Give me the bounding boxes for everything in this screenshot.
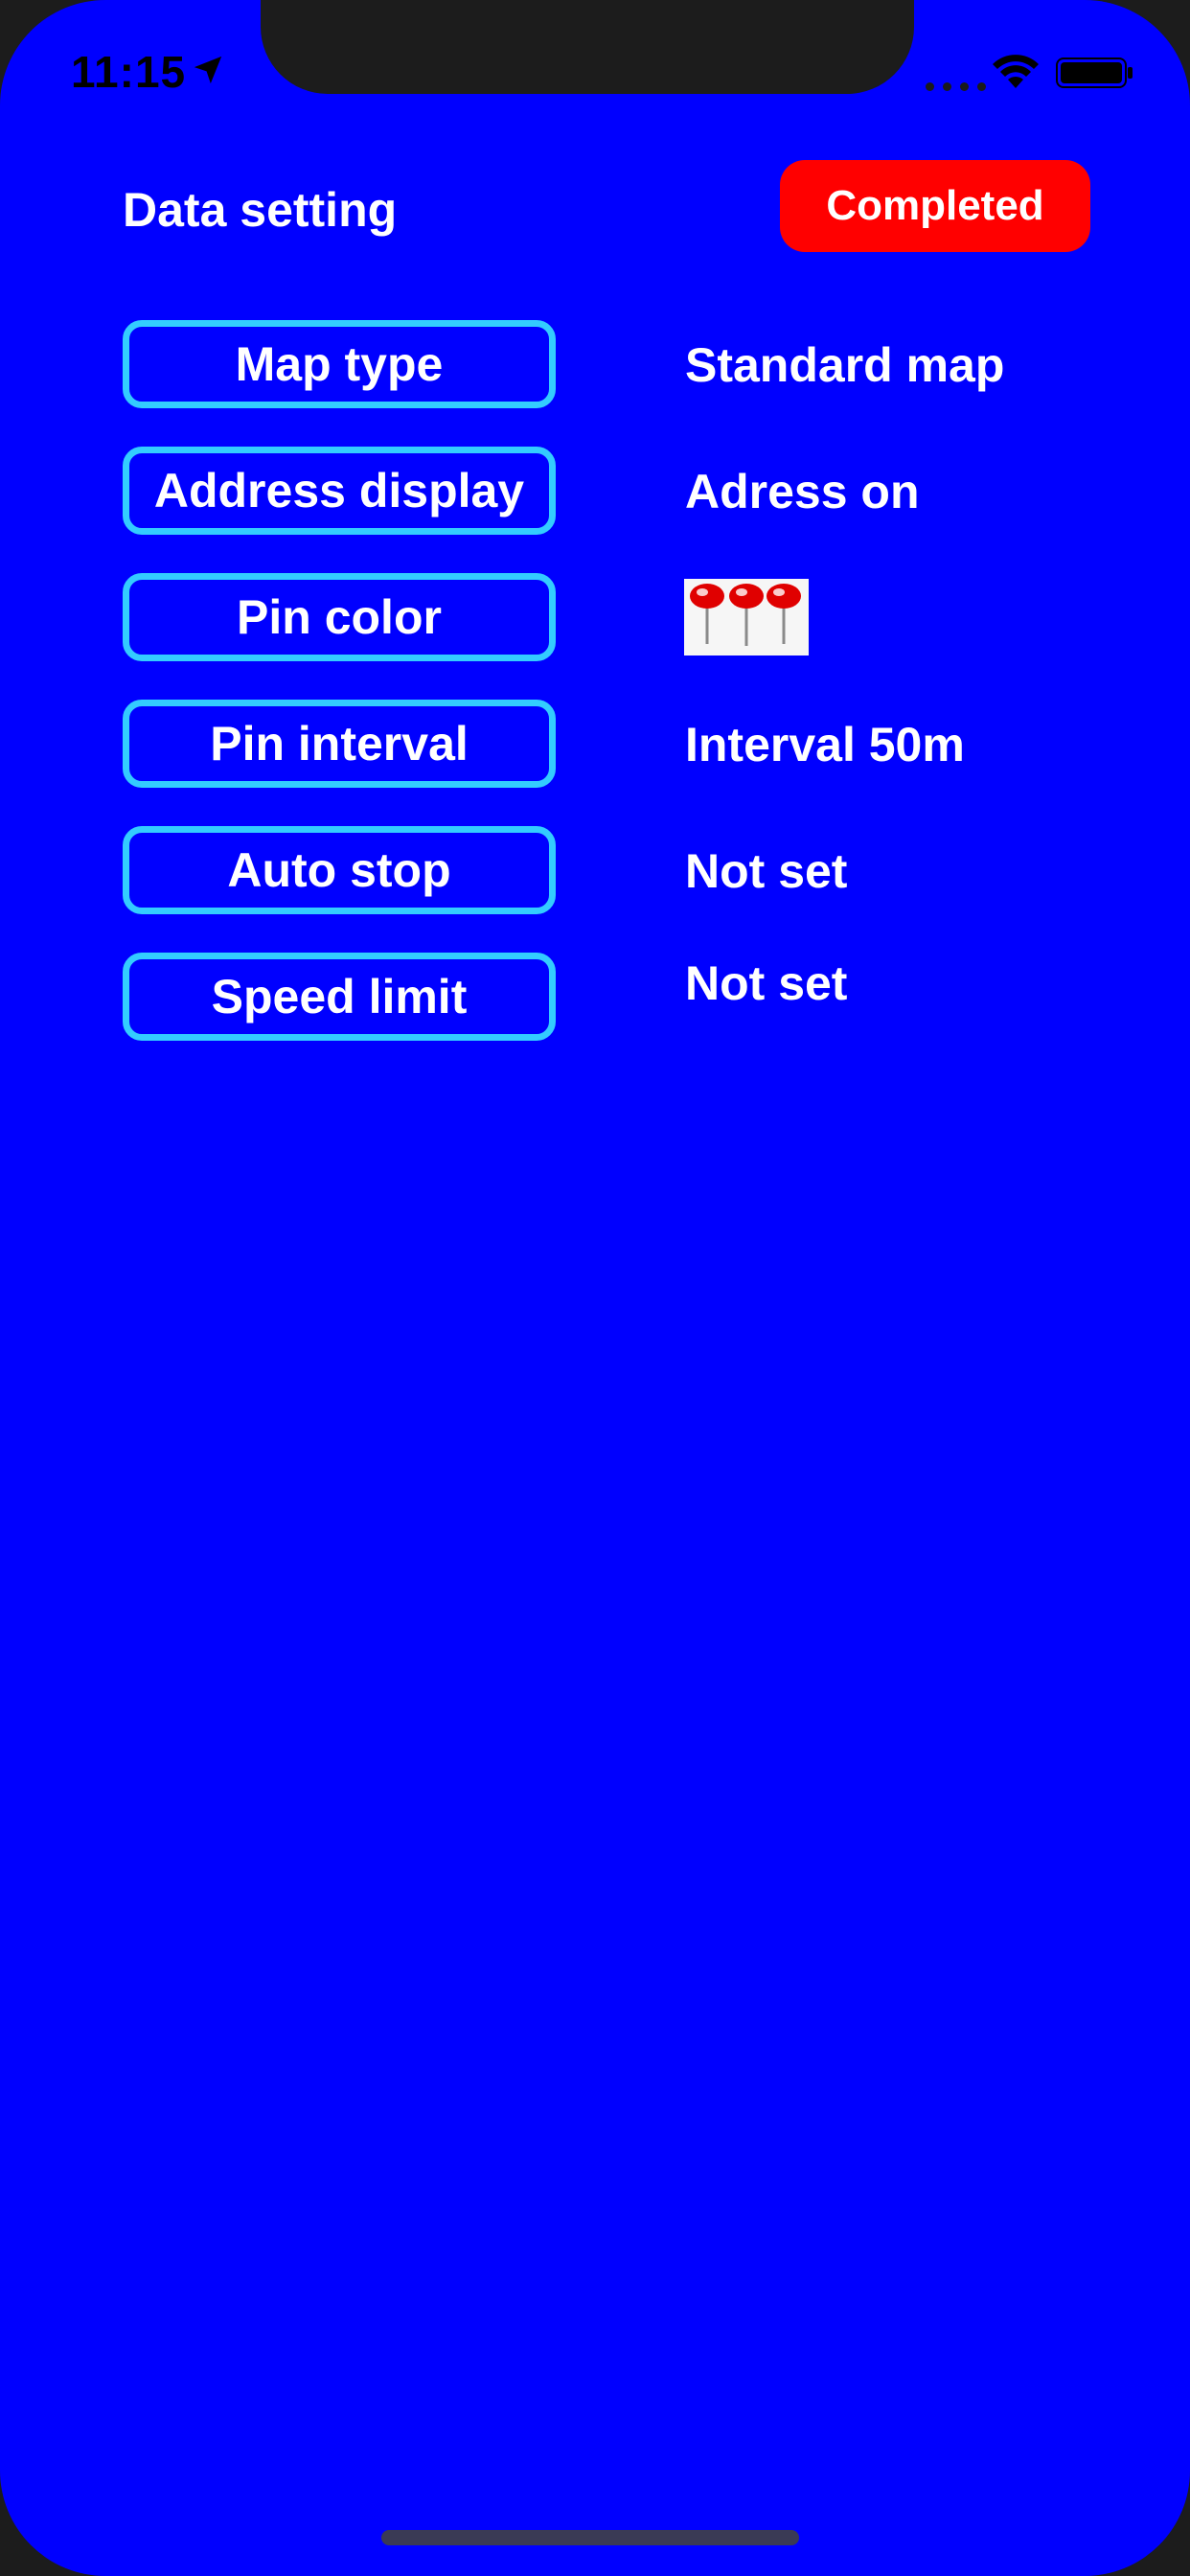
cellular-signal-icon xyxy=(926,82,986,91)
pin-color-button[interactable]: Pin color xyxy=(123,573,556,661)
speed-limit-value: Not set xyxy=(685,956,848,1010)
address-display-button[interactable]: Address display xyxy=(123,447,556,535)
map-type-value: Standard map xyxy=(685,338,1005,392)
notch xyxy=(261,0,914,94)
battery-icon xyxy=(1056,58,1133,88)
auto-stop-button[interactable]: Auto stop xyxy=(123,826,556,914)
location-arrow-icon xyxy=(194,56,222,84)
screen: 11:15 Data setting Completed Map type St… xyxy=(0,0,1190,2576)
red-pins-icon xyxy=(684,579,809,656)
auto-stop-value: Not set xyxy=(685,844,848,898)
speed-limit-button[interactable]: Speed limit xyxy=(123,953,556,1041)
page-title: Data setting xyxy=(123,183,398,237)
wifi-icon xyxy=(993,55,1039,88)
home-indicator[interactable] xyxy=(381,2530,799,2545)
status-time: 11:15 xyxy=(71,47,187,97)
pin-interval-button[interactable]: Pin interval xyxy=(123,700,556,788)
pin-interval-value: Interval 50m xyxy=(685,718,965,771)
address-display-value: Adress on xyxy=(685,465,920,518)
completed-button[interactable]: Completed xyxy=(780,160,1090,252)
map-type-button[interactable]: Map type xyxy=(123,320,556,408)
